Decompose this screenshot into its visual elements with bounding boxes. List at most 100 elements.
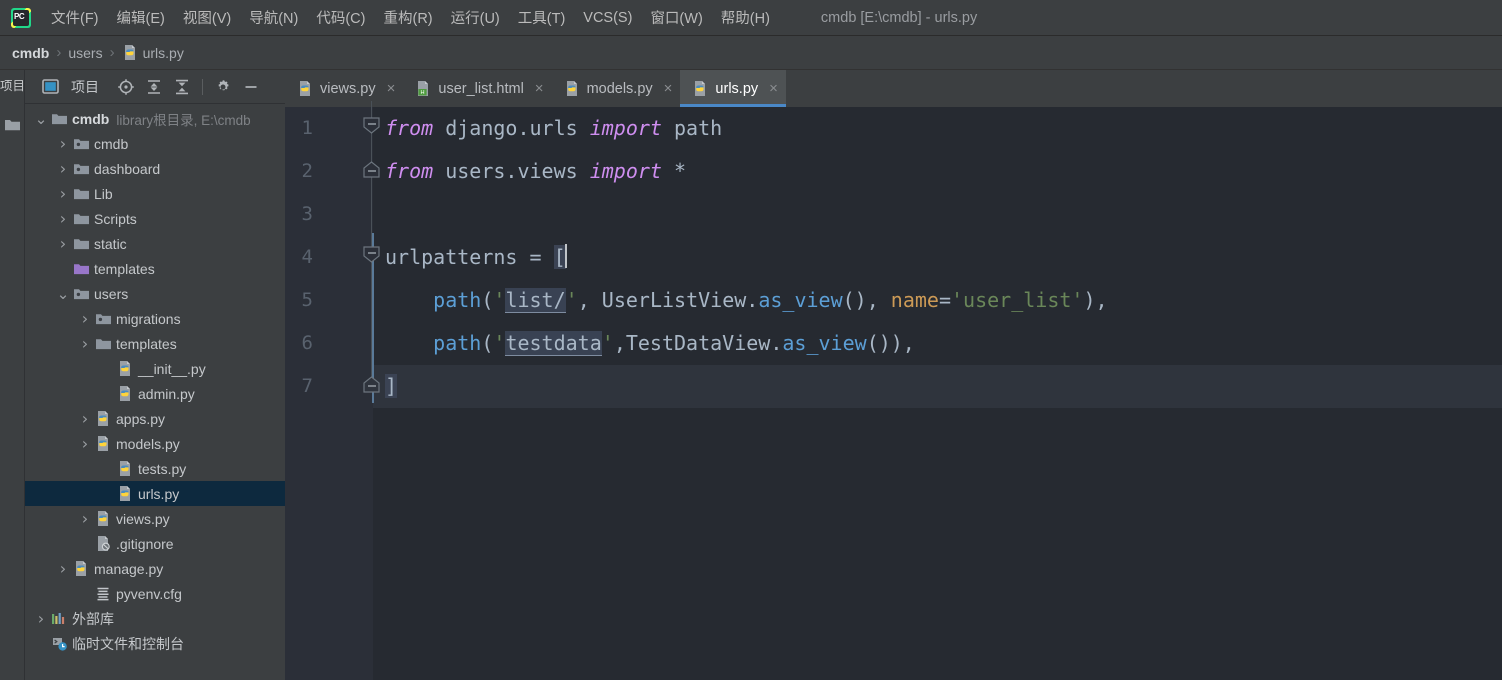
breadcrumb-item-users[interactable]: users <box>68 45 102 61</box>
tree-row[interactable]: ⌄ cmdb library根目录, E:\cmdb <box>25 106 285 131</box>
tree-row[interactable]: › models.py <box>25 431 285 456</box>
project-view-icon[interactable] <box>37 75 63 99</box>
code-text[interactable]: from django.urls import path from users.… <box>373 107 1502 680</box>
menu-vcs[interactable]: VCS(S) <box>574 7 641 29</box>
tree-row[interactable]: admin.py <box>25 381 285 406</box>
tree-row-label: 外部库 <box>72 610 114 627</box>
code-line-5: path('list/', UserListView.as_view(), na… <box>433 288 1108 313</box>
tree-row[interactable]: › static <box>25 231 285 256</box>
tree-row[interactable]: pyvenv.cfg <box>25 581 285 606</box>
tree-row[interactable]: › Scripts <box>25 206 285 231</box>
chevron-down-icon[interactable]: ⌄ <box>55 286 71 301</box>
editor-tab-label: user_list.html <box>438 80 524 97</box>
svg-text:H: H <box>421 90 425 96</box>
breadcrumb-file-label: urls.py <box>142 44 184 61</box>
tree-row-label: static <box>94 235 127 252</box>
editor-tab-views[interactable]: views.py × <box>285 70 403 107</box>
menu-file[interactable]: 文件(F) <box>42 4 108 31</box>
menu-help[interactable]: 帮助(H) <box>712 4 779 31</box>
tree-row[interactable]: › dashboard <box>25 156 285 181</box>
chevron-right-icon[interactable]: › <box>55 209 71 228</box>
chevron-down-icon[interactable]: ⌄ <box>33 111 49 126</box>
tree-row[interactable]: › views.py <box>25 506 285 531</box>
tree-row-label: .gitignore <box>116 535 174 552</box>
line-number: 1 <box>301 117 313 139</box>
folder-icon <box>93 337 113 351</box>
pycharm-window: PC 文件(F) 编辑(E) 视图(V) 导航(N) 代码(C) 重构(R) 运… <box>0 0 1502 680</box>
editor-tab-models[interactable]: models.py × <box>552 70 681 107</box>
menu-run[interactable]: 运行(U) <box>442 4 509 31</box>
tree-row-label: apps.py <box>116 410 166 427</box>
collapse-all-icon[interactable] <box>169 75 195 99</box>
menu-navigate[interactable]: 导航(N) <box>240 4 307 31</box>
menu-edit[interactable]: 编辑(E) <box>108 4 174 31</box>
html-file-icon: H <box>415 80 431 97</box>
tree-row[interactable]: › migrations <box>25 306 285 331</box>
pycharm-logo-icon: PC <box>10 7 32 29</box>
menu-code[interactable]: 代码(C) <box>307 4 374 31</box>
chevron-right-icon[interactable]: › <box>55 234 71 253</box>
tree-row[interactable]: › cmdb <box>25 131 285 156</box>
tree-row-subtitle: library根目录, E:\cmdb <box>116 112 251 128</box>
chevron-right-icon[interactable]: › <box>77 434 93 453</box>
python-file-icon <box>93 510 113 527</box>
chevron-right-icon[interactable]: › <box>55 159 71 178</box>
tool-window-strip: 项目 <box>0 70 25 680</box>
breadcrumb-item-file[interactable]: urls.py <box>122 44 184 61</box>
chevron-right-icon[interactable]: › <box>55 184 71 203</box>
close-icon[interactable]: × <box>769 81 778 96</box>
python-file-icon <box>115 360 135 377</box>
editor-tab-urls[interactable]: urls.py × <box>680 70 786 107</box>
tree-row[interactable]: › apps.py <box>25 406 285 431</box>
code-editor[interactable]: 1 2 3 4 5 6 7 from django.urls import pa… <box>285 101 1502 680</box>
editor-area: views.py × H user_list.html × models.py … <box>285 70 1502 680</box>
close-icon[interactable]: × <box>387 81 396 96</box>
tree-row[interactable]: › 外部库 <box>25 606 285 631</box>
breadcrumb-separator: › <box>109 44 115 61</box>
chevron-right-icon[interactable]: › <box>55 559 71 578</box>
chevron-right-icon[interactable]: › <box>77 309 93 328</box>
line-number: 3 <box>301 203 313 225</box>
menu-window[interactable]: 窗口(W) <box>641 4 711 31</box>
breadcrumb: cmdb › users › urls.py <box>0 36 1502 70</box>
editor-tab-user-list-html[interactable]: H user_list.html × <box>403 70 551 107</box>
gear-icon[interactable] <box>210 75 236 99</box>
external-library-icon <box>49 612 69 626</box>
module-folder-icon <box>71 162 91 176</box>
menu-refactor[interactable]: 重构(R) <box>374 4 441 31</box>
tree-row[interactable]: › Lib <box>25 181 285 206</box>
expand-all-icon[interactable] <box>141 75 167 99</box>
close-icon[interactable]: × <box>664 81 673 96</box>
locate-icon[interactable] <box>113 75 139 99</box>
tree-row[interactable]: templates <box>25 256 285 281</box>
menu-tools[interactable]: 工具(T) <box>509 4 575 31</box>
menu-bar: PC 文件(F) 编辑(E) 视图(V) 导航(N) 代码(C) 重构(R) 运… <box>0 0 1502 36</box>
tree-row[interactable]: › templates <box>25 331 285 356</box>
tree-row-label: tests.py <box>138 460 187 477</box>
tool-strip-project-label: 项目 <box>0 79 26 93</box>
tree-row[interactable]: __init__.py <box>25 356 285 381</box>
minimize-icon[interactable] <box>238 75 264 99</box>
chevron-right-icon[interactable]: › <box>77 409 93 428</box>
breadcrumb-item-project[interactable]: cmdb <box>12 45 49 61</box>
menu-view[interactable]: 视图(V) <box>174 4 240 31</box>
project-tree[interactable]: ⌄ cmdb library根目录, E:\cmdb › cmdb › dashboard ›… <box>25 104 285 680</box>
chevron-right-icon[interactable]: › <box>33 609 49 628</box>
tree-row[interactable]: .gitignore <box>25 531 285 556</box>
chevron-right-icon[interactable]: › <box>77 334 93 353</box>
python-file-icon <box>297 80 313 97</box>
project-tool-window: 项目 ⌄ cmdb library根目录, E:\cmdb › cmdb › d… <box>25 70 285 680</box>
chevron-right-icon[interactable]: › <box>55 134 71 153</box>
folder-icon <box>71 212 91 226</box>
tree-row[interactable]: 临时文件和控制台 <box>25 631 285 656</box>
line-number: 7 <box>301 375 313 397</box>
chevron-right-icon[interactable]: › <box>77 509 93 528</box>
tree-row[interactable]: tests.py <box>25 456 285 481</box>
folder-icon[interactable] <box>4 118 21 132</box>
tree-row[interactable]: › manage.py <box>25 556 285 581</box>
tree-row[interactable]: ⌄ users <box>25 281 285 306</box>
tree-row[interactable]: urls.py <box>25 481 285 506</box>
close-icon[interactable]: × <box>535 81 544 96</box>
